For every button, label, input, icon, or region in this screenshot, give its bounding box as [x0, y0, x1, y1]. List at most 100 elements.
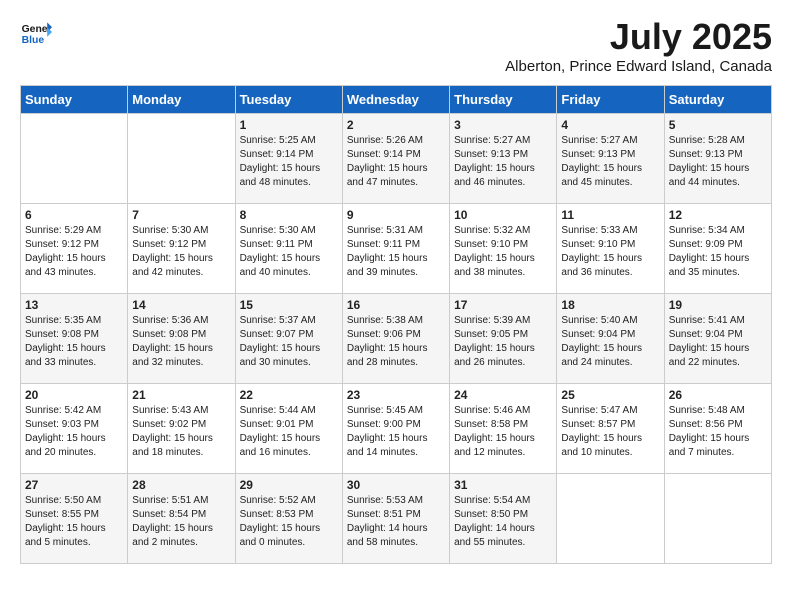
cell-0-4: 3 Sunrise: 5:27 AMSunset: 9:13 PMDaylight… — [450, 114, 557, 204]
day-info: Sunrise: 5:28 AMSunset: 9:13 PMDaylight:… — [669, 134, 767, 190]
day-info: Sunrise: 5:26 AMSunset: 9:14 PMDaylight:… — [347, 134, 445, 190]
day-number: 10 — [454, 208, 552, 222]
day-number: 5 — [669, 118, 767, 132]
cell-0-3: 2 Sunrise: 5:26 AMSunset: 9:14 PMDaylight… — [342, 114, 449, 204]
header-friday: Friday — [557, 86, 664, 114]
day-number: 9 — [347, 208, 445, 222]
cell-2-1: 14Sunrise: 5:36 AMSunset: 9:08 PMDayligh… — [128, 294, 235, 384]
day-info: Sunrise: 5:51 AMSunset: 8:54 PMDaylight:… — [132, 494, 230, 550]
day-number: 6 — [25, 208, 123, 222]
cell-0-6: 5 Sunrise: 5:28 AMSunset: 9:13 PMDaylight… — [664, 114, 771, 204]
cell-3-3: 23 Sunrise: 5:45 AMSunset: 9:00 PMDayligh… — [342, 384, 449, 474]
logo: General Blue — [20, 16, 52, 48]
day-info: Sunrise: 5:34 AMSunset: 9:09 PMDaylight:… — [669, 224, 767, 280]
cell-2-6: 19 Sunrise: 5:41 AMSunset: 9:04 PMDayligh… — [664, 294, 771, 384]
day-number: 11 — [561, 208, 659, 222]
day-info: Sunrise: 5:47 AMSunset: 8:57 PMDaylight:… — [561, 404, 659, 460]
header-sunday: Sunday — [21, 86, 128, 114]
day-number: 18 — [561, 298, 659, 312]
logo-icon: General Blue — [20, 16, 52, 48]
day-info: Sunrise: 5:52 AMSunset: 8:53 PMDaylight:… — [240, 494, 338, 550]
calendar-subtitle: Alberton, Prince Edward Island, Canada — [505, 58, 772, 75]
cell-3-2: 22Sunrise: 5:44 AMSunset: 9:01 PMDayligh… — [235, 384, 342, 474]
cell-1-2: 8 Sunrise: 5:30 AMSunset: 9:11 PMDaylight… — [235, 204, 342, 294]
day-info: Sunrise: 5:54 AMSunset: 8:50 PMDaylight:… — [454, 494, 552, 550]
svg-text:Blue: Blue — [22, 35, 45, 46]
day-info: Sunrise: 5:40 AMSunset: 9:04 PMDaylight:… — [561, 314, 659, 370]
cell-3-5: 25 Sunrise: 5:47 AMSunset: 8:57 PMDayligh… — [557, 384, 664, 474]
header-monday: Monday — [128, 86, 235, 114]
day-info: Sunrise: 5:48 AMSunset: 8:56 PMDaylight:… — [669, 404, 767, 460]
cell-0-5: 4 Sunrise: 5:27 AMSunset: 9:13 PMDaylight… — [557, 114, 664, 204]
cell-4-0: 27 Sunrise: 5:50 AMSunset: 8:55 PMDayligh… — [21, 474, 128, 564]
cell-2-3: 16Sunrise: 5:38 AMSunset: 9:06 PMDayligh… — [342, 294, 449, 384]
day-number: 13 — [25, 298, 123, 312]
day-info: Sunrise: 5:39 AMSunset: 9:05 PMDaylight:… — [454, 314, 552, 370]
day-number: 4 — [561, 118, 659, 132]
day-info: Sunrise: 5:41 AMSunset: 9:04 PMDaylight:… — [669, 314, 767, 370]
cell-0-2: 1 Sunrise: 5:25 AMSunset: 9:14 PMDaylight… — [235, 114, 342, 204]
cell-3-1: 21 Sunrise: 5:43 AMSunset: 9:02 PMDayligh… — [128, 384, 235, 474]
day-info: Sunrise: 5:31 AMSunset: 9:11 PMDaylight:… — [347, 224, 445, 280]
day-info: Sunrise: 5:30 AMSunset: 9:12 PMDaylight:… — [132, 224, 230, 280]
cell-4-6 — [664, 474, 771, 564]
cell-4-5 — [557, 474, 664, 564]
day-number: 22 — [240, 388, 338, 402]
day-number: 12 — [669, 208, 767, 222]
day-number: 24 — [454, 388, 552, 402]
day-info: Sunrise: 5:35 AMSunset: 9:08 PMDaylight:… — [25, 314, 123, 370]
day-number: 17 — [454, 298, 552, 312]
header-wednesday: Wednesday — [342, 86, 449, 114]
day-number: 27 — [25, 478, 123, 492]
day-number: 28 — [132, 478, 230, 492]
header-tuesday: Tuesday — [235, 86, 342, 114]
day-info: Sunrise: 5:30 AMSunset: 9:11 PMDaylight:… — [240, 224, 338, 280]
day-number: 15 — [240, 298, 338, 312]
cell-1-0: 6 Sunrise: 5:29 AMSunset: 9:12 PMDaylight… — [21, 204, 128, 294]
day-number: 23 — [347, 388, 445, 402]
cell-4-2: 29 Sunrise: 5:52 AMSunset: 8:53 PMDayligh… — [235, 474, 342, 564]
cell-2-5: 18 Sunrise: 5:40 AMSunset: 9:04 PMDayligh… — [557, 294, 664, 384]
day-info: Sunrise: 5:50 AMSunset: 8:55 PMDaylight:… — [25, 494, 123, 550]
day-number: 14 — [132, 298, 230, 312]
cell-4-3: 30 Sunrise: 5:53 AMSunset: 8:51 PMDayligh… — [342, 474, 449, 564]
day-number: 3 — [454, 118, 552, 132]
cell-3-0: 20Sunrise: 5:42 AMSunset: 9:03 PMDayligh… — [21, 384, 128, 474]
day-number: 7 — [132, 208, 230, 222]
week-row-1: 1 Sunrise: 5:25 AMSunset: 9:14 PMDaylight… — [21, 114, 772, 204]
week-row-5: 27 Sunrise: 5:50 AMSunset: 8:55 PMDayligh… — [21, 474, 772, 564]
cell-0-0 — [21, 114, 128, 204]
cell-1-3: 9 Sunrise: 5:31 AMSunset: 9:11 PMDaylight… — [342, 204, 449, 294]
day-number: 20 — [25, 388, 123, 402]
calendar-table: Sunday Monday Tuesday Wednesday Thursday… — [20, 85, 772, 564]
day-number: 29 — [240, 478, 338, 492]
day-info: Sunrise: 5:25 AMSunset: 9:14 PMDaylight:… — [240, 134, 338, 190]
day-info: Sunrise: 5:53 AMSunset: 8:51 PMDaylight:… — [347, 494, 445, 550]
day-number: 30 — [347, 478, 445, 492]
page-header: General Blue July 2025 Alberton, Prince … — [20, 16, 772, 75]
day-info: Sunrise: 5:37 AMSunset: 9:07 PMDaylight:… — [240, 314, 338, 370]
day-number: 21 — [132, 388, 230, 402]
day-info: Sunrise: 5:43 AMSunset: 9:02 PMDaylight:… — [132, 404, 230, 460]
day-info: Sunrise: 5:27 AMSunset: 9:13 PMDaylight:… — [561, 134, 659, 190]
cell-1-4: 10Sunrise: 5:32 AMSunset: 9:10 PMDayligh… — [450, 204, 557, 294]
day-info: Sunrise: 5:29 AMSunset: 9:12 PMDaylight:… — [25, 224, 123, 280]
cell-1-6: 12 Sunrise: 5:34 AMSunset: 9:09 PMDayligh… — [664, 204, 771, 294]
day-number: 19 — [669, 298, 767, 312]
cell-1-1: 7 Sunrise: 5:30 AMSunset: 9:12 PMDaylight… — [128, 204, 235, 294]
calendar-title: July 2025 — [505, 16, 772, 58]
cell-2-4: 17 Sunrise: 5:39 AMSunset: 9:05 PMDayligh… — [450, 294, 557, 384]
day-number: 25 — [561, 388, 659, 402]
week-row-4: 20Sunrise: 5:42 AMSunset: 9:03 PMDayligh… — [21, 384, 772, 474]
day-info: Sunrise: 5:27 AMSunset: 9:13 PMDaylight:… — [454, 134, 552, 190]
cell-3-4: 24Sunrise: 5:46 AMSunset: 8:58 PMDayligh… — [450, 384, 557, 474]
day-number: 2 — [347, 118, 445, 132]
cell-2-0: 13 Sunrise: 5:35 AMSunset: 9:08 PMDayligh… — [21, 294, 128, 384]
header-saturday: Saturday — [664, 86, 771, 114]
day-info: Sunrise: 5:33 AMSunset: 9:10 PMDaylight:… — [561, 224, 659, 280]
day-number: 16 — [347, 298, 445, 312]
day-info: Sunrise: 5:45 AMSunset: 9:00 PMDaylight:… — [347, 404, 445, 460]
day-number: 1 — [240, 118, 338, 132]
day-number: 8 — [240, 208, 338, 222]
day-number: 31 — [454, 478, 552, 492]
